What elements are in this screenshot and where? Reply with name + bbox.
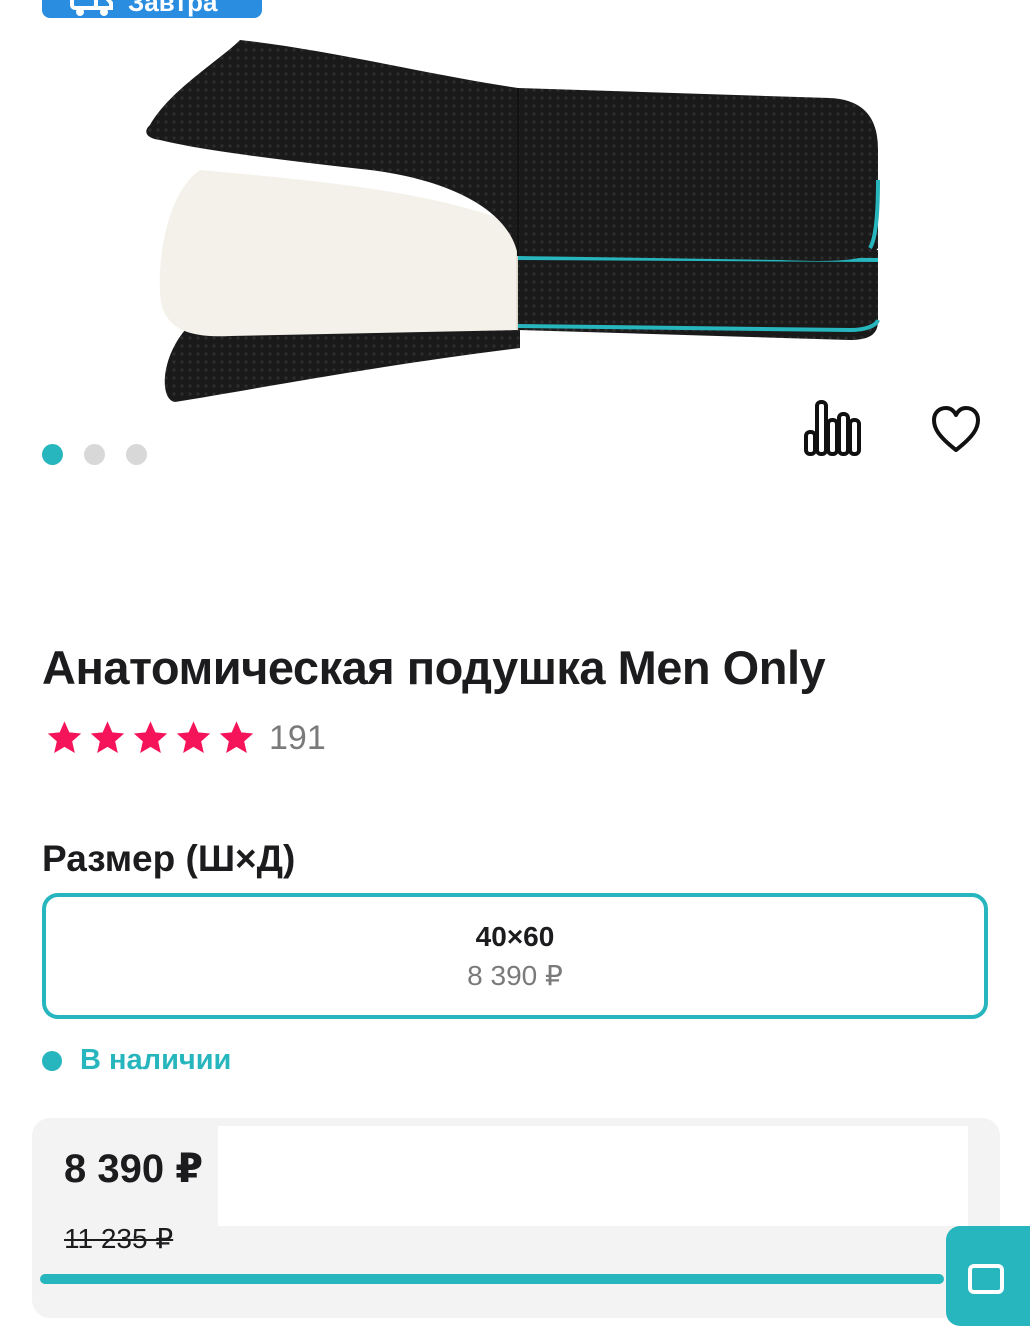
star-icon bbox=[47, 721, 82, 753]
add-to-cart-bar[interactable] bbox=[40, 1274, 944, 1284]
gallery-dot-3[interactable] bbox=[126, 444, 147, 465]
rating-stars bbox=[44, 718, 257, 758]
delivery-label: Завтра bbox=[128, 0, 218, 17]
star-icon bbox=[176, 721, 211, 753]
cart-icon bbox=[968, 1264, 1004, 1294]
gallery-dot-1[interactable] bbox=[42, 444, 63, 465]
heart-icon bbox=[932, 406, 980, 452]
availability-status: В наличии bbox=[42, 1044, 231, 1077]
size-option-40x60[interactable]: 40×60 8 390 ₽ bbox=[42, 893, 988, 1019]
compare-icon bbox=[804, 400, 861, 456]
size-option-dimensions: 40×60 bbox=[475, 920, 555, 952]
star-icon bbox=[133, 721, 168, 753]
delivery-badge: Завтра bbox=[42, 0, 262, 18]
favorite-button[interactable] bbox=[928, 402, 984, 458]
truck-icon bbox=[70, 0, 113, 16]
availability-dot-icon bbox=[42, 1050, 62, 1071]
compare-button[interactable] bbox=[800, 398, 864, 462]
cart-button[interactable] bbox=[946, 1226, 1030, 1326]
gallery-dots bbox=[42, 444, 147, 465]
size-label: Размер (Ш×Д) bbox=[42, 838, 296, 879]
product-title: Анатомическая подушка Men Only bbox=[42, 641, 826, 694]
product-image[interactable] bbox=[130, 30, 900, 410]
reviews-count[interactable]: 191 bbox=[269, 719, 326, 758]
price-panel-blank-area bbox=[218, 1126, 968, 1226]
star-icon bbox=[219, 721, 254, 753]
availability-text: В наличии bbox=[80, 1044, 232, 1076]
star-icon bbox=[90, 721, 125, 753]
current-price: 8 390 ₽ bbox=[64, 1147, 204, 1191]
size-option-price: 8 390 ₽ bbox=[467, 959, 563, 991]
product-rating[interactable]: 191 bbox=[44, 718, 326, 758]
gallery-dot-2[interactable] bbox=[84, 444, 105, 465]
old-price: 11 235 ₽ bbox=[64, 1223, 174, 1254]
